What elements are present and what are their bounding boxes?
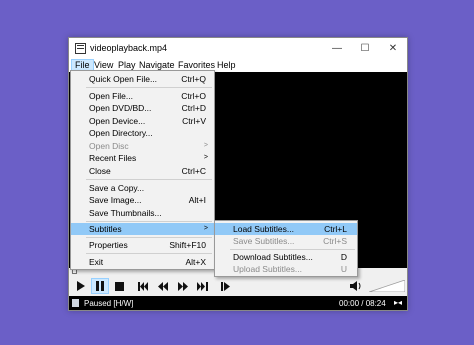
minimize-button[interactable]: — — [323, 38, 351, 59]
maximize-button[interactable]: ☐ — [351, 38, 379, 59]
menu-item-save-thumbnails[interactable]: Save Thumbnails... — [71, 207, 214, 219]
pause-icon[interactable] — [91, 278, 109, 294]
file-icon — [72, 299, 79, 307]
close-button[interactable]: ✕ — [379, 38, 407, 59]
fast-forward-icon[interactable] — [174, 278, 192, 294]
volume-slider[interactable] — [369, 280, 405, 292]
menu-item-subtitles[interactable]: Subtitles > — [71, 223, 214, 235]
menu-help[interactable]: Help — [214, 59, 239, 72]
menu-separator — [86, 237, 212, 238]
skip-forward-icon[interactable] — [193, 278, 211, 294]
menu-separator — [86, 253, 212, 254]
chevron-right-icon: > — [203, 154, 208, 161]
playback-controls — [69, 276, 407, 296]
menu-separator — [230, 249, 355, 250]
menu-item-exit[interactable]: Exit Alt+X — [71, 256, 214, 268]
menu-item-quick-open[interactable]: Quick Open File... Ctrl+Q — [71, 73, 214, 85]
menu-item-download-subtitles[interactable]: Download Subtitles... D — [215, 251, 357, 263]
skip-back-icon[interactable] — [134, 278, 152, 294]
menu-item-load-subtitles[interactable]: Load Subtitles... Ctrl+L — [215, 223, 357, 235]
menu-item-properties[interactable]: Properties Shift+F10 — [71, 239, 214, 251]
menu-item-open-device[interactable]: Open Device... Ctrl+V — [71, 115, 214, 127]
menu-item-open-dvd[interactable]: Open DVD/BD... Ctrl+D — [71, 102, 214, 114]
menu-item-close[interactable]: Close Ctrl+C — [71, 165, 214, 177]
frame-step-icon[interactable] — [217, 278, 235, 294]
menu-separator — [86, 221, 212, 222]
chevron-right-icon: > — [203, 225, 208, 232]
menu-item-save-subtitles: Save Subtitles... Ctrl+S — [233, 236, 347, 246]
rewind-icon[interactable] — [154, 278, 172, 294]
app-icon — [75, 43, 86, 54]
volume-icon[interactable] — [347, 278, 365, 294]
subtitles-submenu: Load Subtitles... Ctrl+L Save Subtitles.… — [214, 220, 358, 277]
menu-separator — [86, 87, 212, 88]
menu-item-open-disc: Open Disc > — [89, 141, 208, 151]
menu-item-recent-files[interactable]: Recent Files > — [71, 152, 214, 164]
chevron-right-icon: > — [203, 142, 208, 149]
stop-icon[interactable] — [110, 278, 128, 294]
menu-separator — [86, 179, 212, 180]
time-display: 00:00 / 08:24 — [339, 299, 386, 308]
menu-item-open-file[interactable]: Open File... Ctrl+O — [71, 90, 214, 102]
menu-item-upload-subtitles: Upload Subtitles... U — [233, 264, 347, 274]
menu-item-save-image[interactable]: Save Image... Alt+I — [71, 194, 214, 206]
menu-item-open-directory[interactable]: Open Directory... — [71, 127, 214, 139]
playback-state: Paused [H/W] — [84, 299, 134, 308]
file-menu-dropdown: Quick Open File... Ctrl+Q Open File... C… — [70, 70, 215, 270]
window-title: videoplayback.mp4 — [90, 43, 168, 53]
play-icon[interactable] — [72, 278, 90, 294]
menu-item-save-copy[interactable]: Save a Copy... — [71, 182, 214, 194]
title-bar[interactable]: videoplayback.mp4 — ☐ ✕ — [69, 38, 407, 59]
resize-grip-icon[interactable]: ▸◂ — [394, 298, 402, 307]
status-bar: Paused [H/W] 00:00 / 08:24 ▸◂ — [69, 296, 407, 310]
